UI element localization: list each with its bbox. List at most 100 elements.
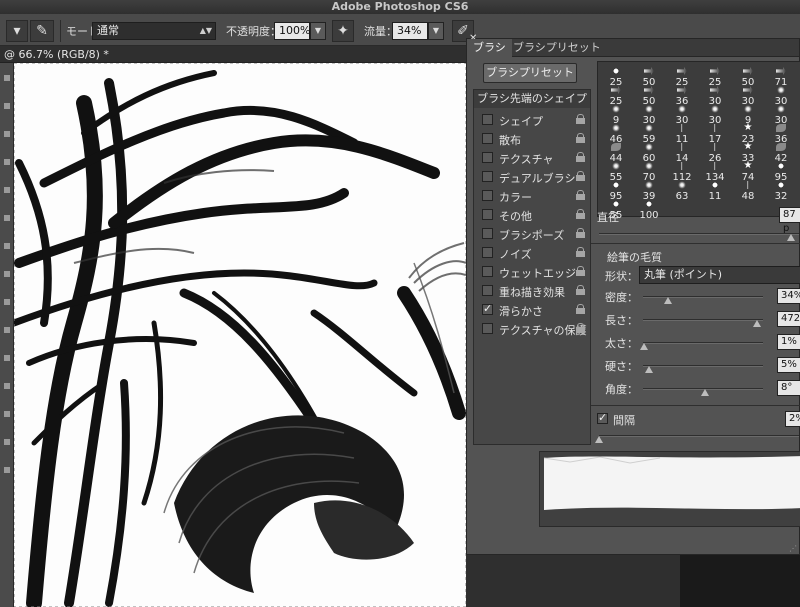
lock-icon[interactable] [576,228,585,238]
param-slider[interactable] [643,296,763,298]
checkbox[interactable] [482,302,493,315]
diameter-input[interactable]: 87 p [779,207,800,234]
tool-icon[interactable] [4,411,10,417]
lock-icon[interactable] [576,171,585,181]
tool-icon[interactable] [4,187,10,193]
option-wet-edges[interactable]: ウェットエッジ [474,262,590,281]
option-protect-texture[interactable]: テクスチャの保護 [474,319,590,338]
flow-dropdown-button[interactable]: ▼ [428,22,444,40]
checkbox[interactable] [482,323,493,334]
lock-icon[interactable] [576,285,585,295]
tool-icon[interactable] [4,243,10,249]
tool-icon[interactable] [4,75,10,81]
param-slider-thumb[interactable] [701,389,710,396]
tool-icon[interactable] [4,159,10,165]
param-slider[interactable] [643,342,763,344]
tool-icon[interactable] [4,271,10,277]
checkbox[interactable] [482,285,493,296]
checkbox[interactable] [482,114,493,125]
param-slider-thumb[interactable] [664,297,673,304]
flow-input[interactable]: 34% [392,22,428,40]
brush-tip[interactable]: 48 [732,178,764,204]
param-value-input[interactable]: 1% [777,334,800,350]
spacing-slider-thumb[interactable] [595,436,603,443]
resize-grip-icon[interactable]: ⋰ [789,544,797,553]
param-slider[interactable] [643,365,763,367]
tool-icon[interactable] [4,467,10,473]
brush-tip[interactable]: 63 [666,178,698,204]
lock-icon[interactable] [576,190,585,200]
checkbox[interactable] [482,190,493,201]
param-slider-thumb[interactable] [645,366,653,373]
tool-icon[interactable] [4,131,10,137]
pressure-opacity-icon[interactable]: ✦ [332,20,354,42]
tool-icon[interactable] [4,439,10,445]
param-slider-thumb[interactable] [640,343,649,350]
param-value-input[interactable]: 34% [777,288,800,304]
mode-dropdown[interactable]: 通常 ▲▼ [92,22,216,40]
checkbox[interactable] [482,152,493,163]
option-color-dynamics[interactable]: カラー [474,186,590,205]
opacity-input[interactable]: 100% [274,22,310,40]
brush-tip-grid: 25 50 25 25 50 71 25 50 36 30 30 30 9 30 30 30 9 30 46 59 11… [597,61,800,221]
brush-tip-grass-icon [710,162,720,170]
option-shape-dynamics[interactable]: シェイプ [474,110,590,129]
lock-icon[interactable] [576,133,585,143]
brush-tip-dot-icon [644,200,654,208]
diameter-slider-thumb[interactable] [787,234,795,241]
lock-icon[interactable] [576,304,585,314]
option-build-up[interactable]: 重ね描き効果 [474,281,590,300]
diameter-slider[interactable] [599,233,799,235]
brush-tip[interactable]: 11 [699,178,731,204]
bristle-shape-dropdown[interactable]: 丸筆 (ポイント) [639,266,800,284]
checkbox[interactable] [482,209,493,220]
spacing-slider[interactable] [599,435,799,437]
option-noise[interactable]: ノイズ [474,243,590,262]
option-dual-brush[interactable]: デュアルブラシ [474,167,590,186]
brush-tip-shape-item[interactable]: ブラシ先端のシェイプ [474,90,590,108]
tab-brush[interactable]: ブラシ [467,39,512,57]
spacing-checkbox[interactable] [597,411,608,424]
param-slider[interactable] [643,319,763,321]
lock-icon[interactable] [576,247,585,257]
lock-icon[interactable] [576,114,585,124]
checkbox[interactable] [482,247,493,258]
brush-tip-splat-icon [644,162,654,170]
checkbox[interactable] [482,171,493,182]
lock-icon[interactable] [576,323,585,333]
option-label: ウェットエッジ [499,267,576,280]
option-brush-pose[interactable]: ブラシポーズ [474,224,590,243]
option-texture[interactable]: テクスチャ [474,148,590,167]
brush-tip[interactable]: 100 [633,197,665,223]
tool-icon[interactable] [4,215,10,221]
spacing-toggle[interactable]: 間隔 [595,409,655,428]
brush-options-list: ブラシ先端のシェイプ シェイプ 散布 テクスチャ デュアルブラシ カラー その他… [473,89,591,445]
param-value-input[interactable]: 5% [777,357,800,373]
tool-icon[interactable] [4,327,10,333]
checkbox[interactable] [482,228,493,239]
lock-icon[interactable] [576,152,585,162]
checkbox[interactable] [482,133,493,144]
option-transfer[interactable]: その他 [474,205,590,224]
tab-brush-presets[interactable]: ブラシプリセット [507,39,607,57]
tool-preset-picker[interactable]: ▾ [6,20,28,42]
param-value-input[interactable]: 8° [777,380,800,396]
tool-icon[interactable] [4,355,10,361]
spacing-input[interactable]: 2% [785,411,800,427]
param-value-input[interactable]: 472 [777,311,800,327]
brush-icon[interactable]: ✎ [30,20,54,42]
lock-icon[interactable] [576,209,585,219]
option-smoothing[interactable]: 滑らかさ [474,300,590,319]
param-slider-thumb[interactable] [753,320,761,327]
checkbox[interactable] [482,266,493,277]
tool-icon[interactable] [4,383,10,389]
brush-presets-button[interactable]: ブラシプリセット [483,63,577,83]
tool-icon[interactable] [4,299,10,305]
lock-icon[interactable] [576,266,585,276]
brush-tip[interactable]: 32 [765,178,797,204]
tool-icon[interactable] [4,103,10,109]
opacity-dropdown-button[interactable]: ▼ [310,22,326,40]
document-tab[interactable]: @ 66.7% (RGB/8) * [0,46,480,63]
option-scattering[interactable]: 散布 [474,129,590,148]
document-canvas[interactable] [14,63,466,607]
